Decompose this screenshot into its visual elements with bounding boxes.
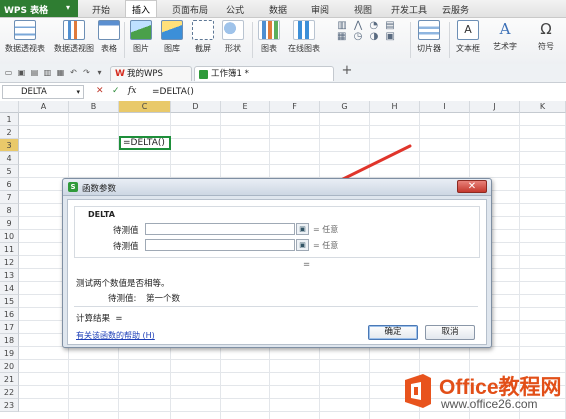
wps-spreadsheet-icon: S [68, 182, 78, 192]
dialog-body: DELTA 待测值 ▣ = 任意 待测值 ▣ = 任意 = 测试两个数值是否相等… [67, 199, 487, 345]
divider [74, 306, 478, 307]
param-input-2[interactable] [145, 239, 295, 251]
param-equals-2: = 任意 [313, 241, 339, 250]
cancel-button[interactable]: 取消 [425, 325, 475, 340]
param-description-text: 第一个数 [146, 294, 181, 304]
watermark-url: www.office26.com [441, 397, 538, 411]
result-label: 计算结果 = [76, 314, 123, 324]
result-preview-equals: = [303, 260, 311, 270]
function-name: DELTA [86, 210, 117, 219]
help-link[interactable]: 有关该函数的帮助 (H) [76, 330, 155, 341]
ok-button[interactable]: 确定 [368, 325, 418, 340]
param-label-1: 待测值 [113, 226, 139, 236]
close-button[interactable]: ✕ [457, 180, 487, 193]
param-input-1[interactable] [145, 223, 295, 235]
collapse-dialog-icon[interactable]: ▣ [296, 223, 309, 235]
arguments-group: DELTA 待测值 ▣ = 任意 待测值 ▣ = 任意 [74, 206, 480, 258]
function-description: 测试两个数值是否相等。 [76, 279, 170, 289]
collapse-dialog-icon[interactable]: ▣ [296, 239, 309, 251]
function-arguments-dialog: S 函数参数 ✕ DELTA 待测值 ▣ = 任意 待测值 ▣ = 任意 = 测… [62, 178, 492, 348]
dialog-title: 函数参数 [82, 184, 117, 194]
office-logo-icon [405, 374, 431, 408]
param-description-label: 待测值: [108, 294, 137, 304]
dialog-title-bar[interactable]: S 函数参数 ✕ [63, 179, 491, 196]
watermark: Office教程网 www.office26.com [393, 366, 566, 419]
param-equals-1: = 任意 [313, 225, 339, 234]
param-label-2: 待测值 [113, 242, 139, 252]
